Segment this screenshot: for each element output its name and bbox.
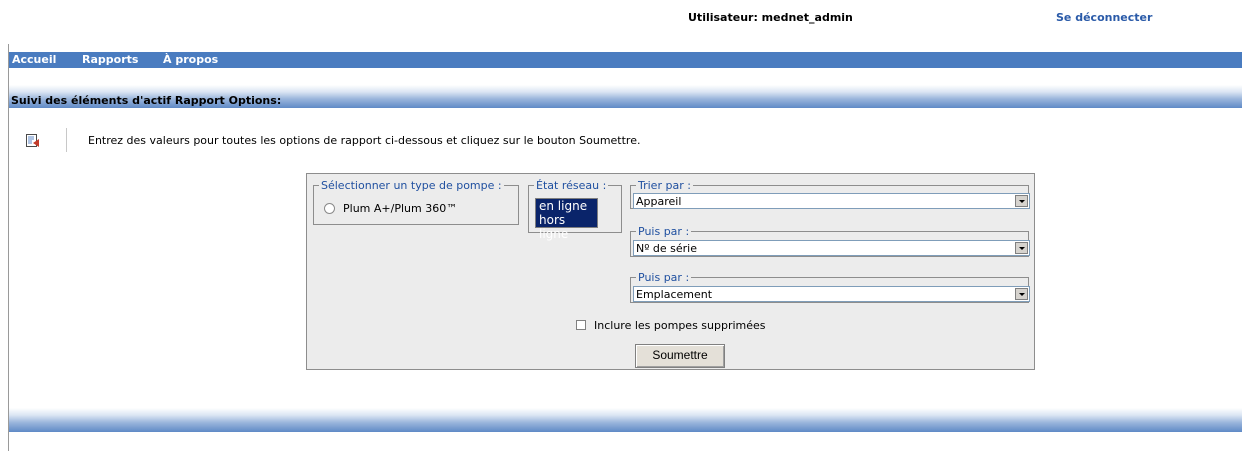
pump-type-option-label: Plum A+/Plum 360™ (343, 202, 458, 215)
nav-item-about[interactable]: À propos (163, 53, 218, 66)
submit-button[interactable]: Soumettre (635, 344, 725, 368)
nav-item-reports[interactable]: Rapports (82, 53, 138, 66)
include-deleted-checkbox[interactable] (576, 320, 586, 330)
then-by-value-1: Nº de série (636, 242, 697, 255)
footer-bar (9, 408, 1242, 432)
hint-separator (66, 128, 67, 152)
then-by-legend-1: Puis par : (638, 225, 690, 238)
logout-link[interactable]: Se déconnecter (1056, 11, 1152, 24)
sort-by-legend: Trier par : (638, 179, 691, 192)
section-title: Suivi des éléments d'actif Rapport Optio… (11, 94, 282, 107)
sort-by-value: Appareil (636, 195, 682, 208)
report-options-panel: Sélectionner un type de pompe : Plum A+/… (306, 173, 1035, 370)
network-status-listbox[interactable]: en ligne hors ligne (535, 198, 598, 241)
section-header: Suivi des éléments d'actif Rapport Optio… (9, 85, 1242, 108)
sort-by-select[interactable]: Appareil (633, 193, 1030, 209)
chevron-down-icon[interactable] (1015, 195, 1028, 207)
network-status-legend: État réseau : (536, 179, 607, 192)
nav-bar: Accueil Rapports À propos (9, 52, 1242, 68)
hint-text: Entrez des valeurs pour toutes les optio… (88, 134, 641, 147)
network-option-offline[interactable]: hors ligne (536, 213, 597, 241)
pump-type-radio[interactable] (324, 203, 335, 214)
include-deleted-label: Inclure les pompes supprimées (594, 319, 766, 332)
chevron-down-icon[interactable] (1015, 288, 1028, 300)
report-options-icon (26, 134, 40, 148)
then-by-value-2: Emplacement (636, 288, 713, 301)
pump-type-legend: Sélectionner un type de pompe : (321, 179, 502, 192)
then-by-legend-2: Puis par : (638, 271, 690, 284)
chevron-down-icon[interactable] (1015, 242, 1028, 254)
user-label: Utilisateur: mednet_admin (688, 11, 853, 24)
then-by-select-2[interactable]: Emplacement (633, 286, 1030, 302)
then-by-select-1[interactable]: Nº de série (633, 240, 1030, 256)
network-option-online[interactable]: en ligne (536, 199, 597, 213)
nav-item-home[interactable]: Accueil (12, 53, 56, 66)
